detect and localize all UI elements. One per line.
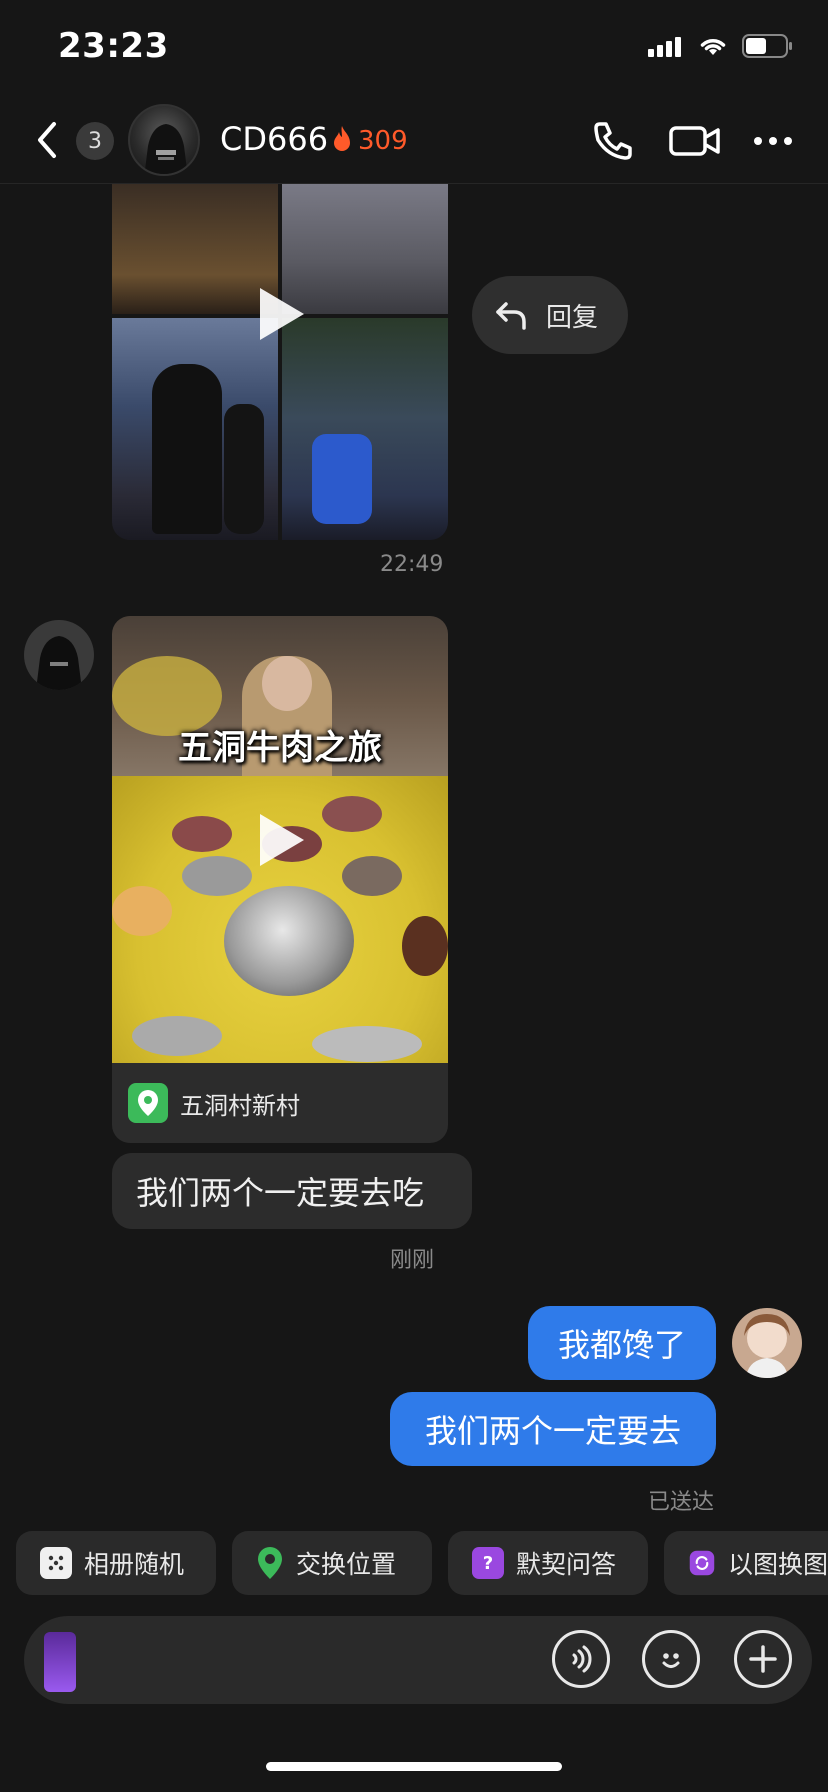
- back-chevron-icon[interactable]: [30, 118, 66, 162]
- home-indicator[interactable]: [266, 1762, 562, 1771]
- outgoing-message[interactable]: 我都馋了: [528, 1306, 716, 1380]
- cellular-signal-icon: [648, 37, 681, 57]
- chip-exchange-location[interactable]: 交换位置: [232, 1531, 432, 1595]
- plus-icon[interactable]: [734, 1630, 792, 1688]
- play-icon: [260, 814, 304, 866]
- chip-label: 默契问答: [516, 1550, 617, 1579]
- contact-avatar[interactable]: [128, 104, 200, 176]
- delivery-status: 已送达: [648, 1490, 715, 1515]
- chip-label: 以图换图: [727, 1550, 828, 1579]
- location-name: 五洞村新村: [180, 1091, 300, 1120]
- chip-label: 交换位置: [296, 1550, 397, 1579]
- my-avatar[interactable]: [732, 1308, 802, 1378]
- video-message-collage[interactable]: [112, 184, 448, 540]
- incoming-message-text: 我们两个一定要去吃: [136, 1174, 425, 1212]
- video-message-food[interactable]: 五洞牛肉之旅: [112, 616, 448, 1063]
- input-cursor: [44, 1632, 76, 1692]
- location-pin-icon: [258, 1547, 282, 1579]
- reply-label: 回复: [546, 302, 599, 333]
- outgoing-message-text: 我都馋了: [557, 1326, 686, 1364]
- incoming-time: 刚刚: [390, 1248, 435, 1273]
- chip-tacit-quiz[interactable]: ? 默契问答: [448, 1531, 648, 1595]
- streak-count: 309: [358, 126, 408, 156]
- video-camera-icon[interactable]: [668, 116, 722, 166]
- unread-badge[interactable]: 3: [76, 122, 114, 160]
- status-time: 23:23: [58, 26, 169, 66]
- reply-button[interactable]: 回复: [472, 276, 628, 354]
- flame-icon: [334, 126, 350, 151]
- outgoing-message[interactable]: 我们两个一定要去: [390, 1392, 716, 1466]
- map-pin-icon: [128, 1083, 168, 1123]
- battery-icon: [742, 34, 792, 58]
- status-icons: [648, 34, 794, 58]
- outgoing-message-text: 我们两个一定要去: [424, 1412, 681, 1450]
- chip-swap-image[interactable]: 以图换图: [664, 1531, 828, 1595]
- play-icon: [260, 288, 304, 340]
- location-tag[interactable]: 五洞村新村: [112, 1063, 448, 1143]
- chip-label: 相册随机: [84, 1550, 185, 1579]
- message-time: 22:49: [380, 552, 444, 577]
- contact-avatar-small[interactable]: [24, 620, 94, 690]
- reply-arrow-icon: [496, 302, 526, 330]
- dice-icon: [40, 1547, 72, 1579]
- swap-image-icon: [689, 1550, 715, 1576]
- voice-icon[interactable]: [552, 1630, 610, 1688]
- more-icon[interactable]: [748, 116, 798, 166]
- phone-icon[interactable]: [588, 116, 638, 166]
- incoming-message[interactable]: 我们两个一定要去吃: [112, 1153, 472, 1229]
- video-caption: 五洞牛肉之旅: [178, 728, 382, 768]
- emoji-icon[interactable]: [642, 1630, 700, 1688]
- contact-name[interactable]: CD666: [220, 120, 328, 158]
- question-icon: ?: [472, 1547, 504, 1579]
- wifi-icon: [700, 38, 726, 55]
- chip-random-album[interactable]: 相册随机: [16, 1531, 216, 1595]
